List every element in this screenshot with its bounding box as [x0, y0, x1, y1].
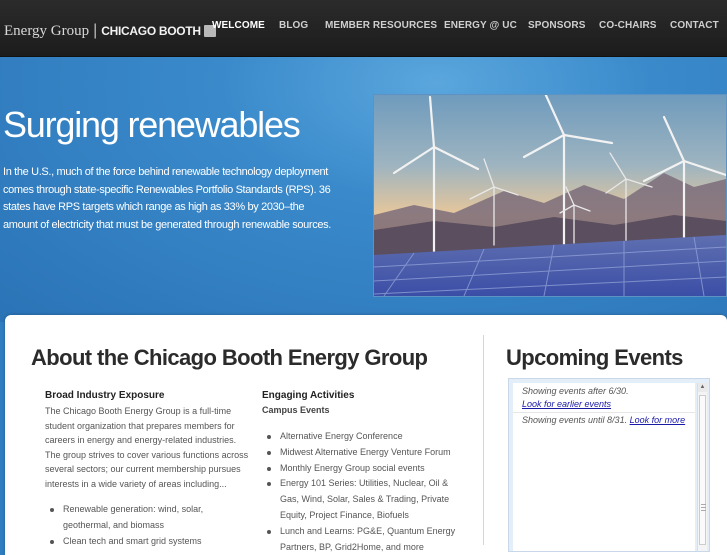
- nav-contact[interactable]: CONTACT: [670, 20, 719, 31]
- list-item: Energy 101 Series: Utilities, Nuclear, O…: [262, 476, 462, 523]
- list-item: Renewable generation: wind, solar, geoth…: [45, 502, 245, 534]
- nav-co-chairs[interactable]: CO-CHAIRS: [599, 20, 657, 31]
- earlier-events-link[interactable]: Look for earlier events: [522, 399, 611, 409]
- events-divider: [513, 412, 695, 413]
- column-divider: [483, 335, 484, 545]
- broad-industry-heading: Broad Industry Exposure: [45, 390, 165, 401]
- list-item: Monthly Energy Group social events: [262, 461, 462, 477]
- nav-sponsors[interactable]: SPONSORS: [528, 20, 585, 31]
- scroll-up-icon[interactable]: ▲: [698, 383, 707, 392]
- list-item: Alternative Energy Conference: [262, 429, 462, 445]
- list-item: Clean tech and smart grid systems: [45, 534, 245, 550]
- activities-bullet-list: Alternative Energy Conference Midwest Al…: [262, 429, 462, 555]
- earlier-events-row: Look for earlier events: [522, 399, 611, 409]
- grip-icon: [701, 504, 706, 512]
- hero-image: [373, 94, 727, 297]
- list-item: Midwest Alternative Energy Venture Forum: [262, 445, 462, 461]
- main-nav: WELCOME BLOG MEMBER RESOURCES ENERGY @ U…: [0, 20, 727, 36]
- events-until-row: Showing events until 8/31. Look for more: [522, 415, 685, 425]
- events-list[interactable]: Showing events after 6/30. Look for earl…: [513, 383, 695, 551]
- events-widget: Showing events after 6/30. Look for earl…: [508, 378, 710, 552]
- broad-industry-text: The Chicago Booth Energy Group is a full…: [45, 406, 249, 489]
- hero-description: In the U.S., much of the force behind re…: [3, 166, 331, 231]
- nav-energy-at-uc[interactable]: ENERGY @ UC: [444, 20, 517, 31]
- events-until-text: Showing events until 8/31.: [522, 415, 628, 425]
- events-scrollbar[interactable]: ▲: [697, 383, 707, 551]
- list-item: Lunch and Learns: PG&E, Quantum Energy P…: [262, 524, 462, 555]
- scroll-thumb[interactable]: [699, 395, 706, 545]
- engaging-activities-heading: Engaging Activities: [262, 390, 355, 401]
- more-events-link[interactable]: Look for more: [630, 415, 686, 425]
- campus-events-subheading: Campus Events: [262, 405, 330, 415]
- wind-turbines-and-solar-panels-photo: [374, 95, 726, 296]
- top-navigation-bar: Energy Group | CHICAGO BOOTH WELCOME BLO…: [0, 0, 727, 57]
- hero-title: Surging renewables: [3, 104, 301, 145]
- events-after-text: Showing events after 6/30.: [522, 386, 629, 396]
- about-heading: About the Chicago Booth Energy Group: [31, 345, 428, 370]
- nav-blog[interactable]: BLOG: [279, 20, 308, 31]
- nav-welcome[interactable]: WELCOME: [212, 20, 265, 31]
- industry-bullet-list: Renewable generation: wind, solar, geoth…: [45, 502, 245, 549]
- upcoming-events-heading: Upcoming Events: [506, 345, 683, 370]
- nav-member-resources[interactable]: MEMBER RESOURCES: [325, 20, 437, 31]
